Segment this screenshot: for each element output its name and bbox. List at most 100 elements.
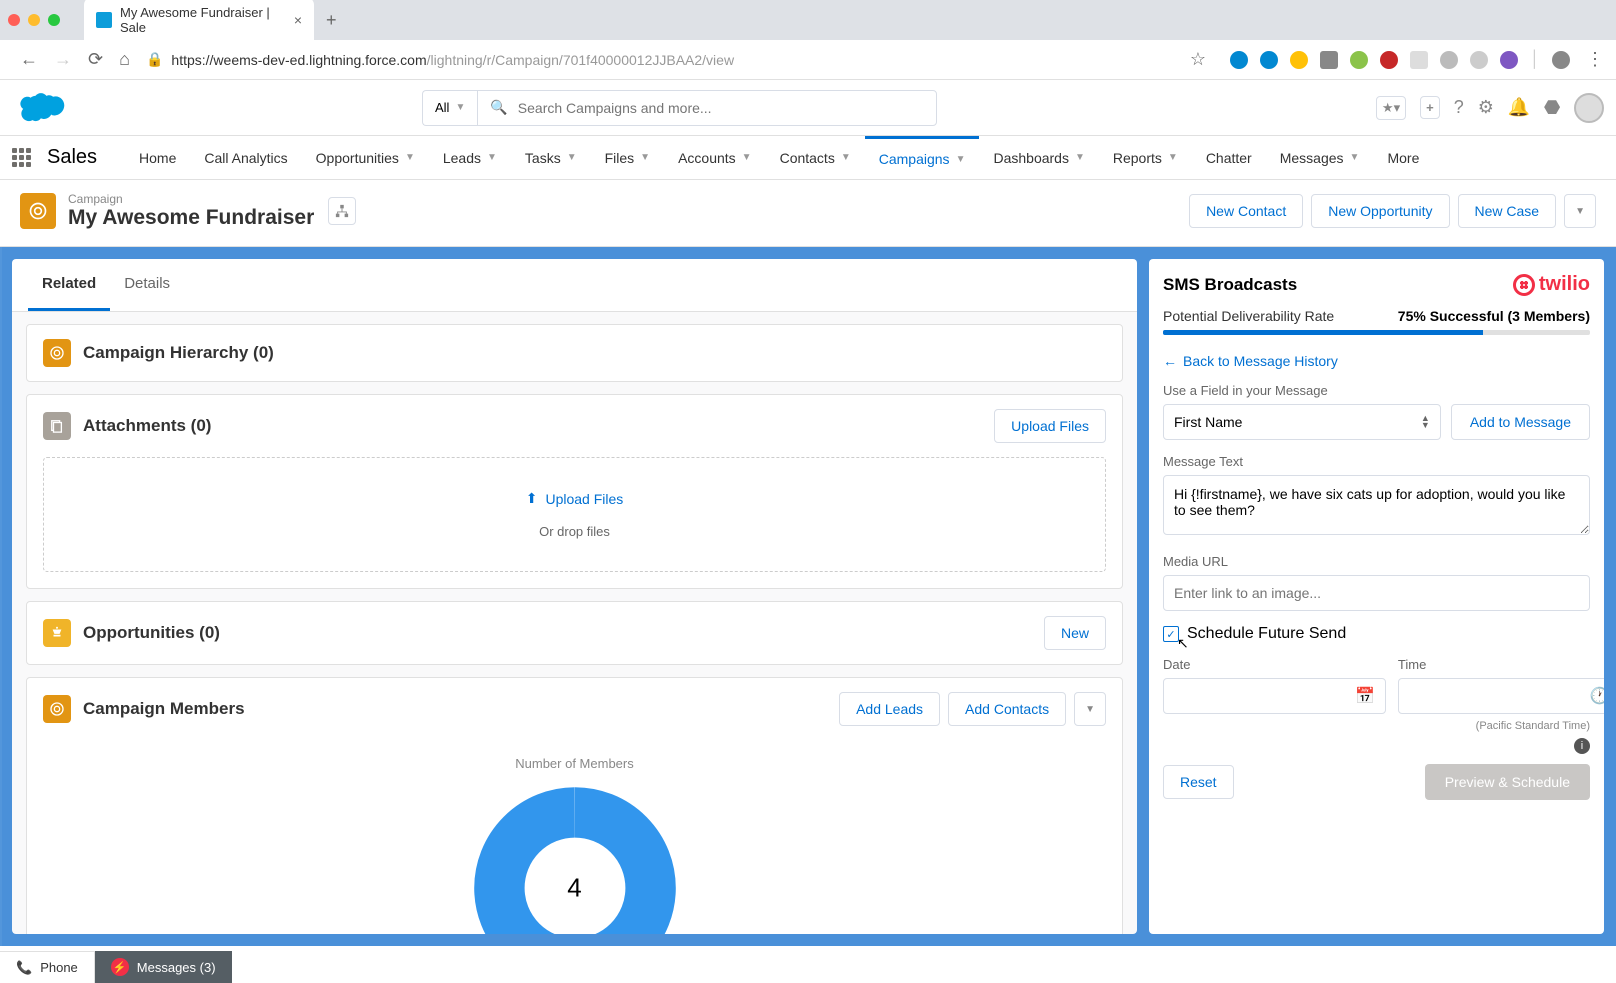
forward-button: → bbox=[54, 49, 72, 70]
nav-item-contacts[interactable]: Contacts▼ bbox=[766, 136, 865, 179]
setup-gear-icon[interactable]: ⚙ bbox=[1478, 97, 1494, 118]
deliverability-bar bbox=[1163, 330, 1590, 335]
star-icon[interactable]: ☆ bbox=[1190, 49, 1206, 70]
nav-item-tasks[interactable]: Tasks▼ bbox=[511, 136, 591, 179]
ext-icon[interactable] bbox=[1470, 51, 1488, 69]
nav-item-messages[interactable]: Messages▼ bbox=[1266, 136, 1374, 179]
chevron-down-icon: ▼ bbox=[742, 152, 752, 163]
favicon bbox=[96, 12, 112, 28]
nav-item-campaigns[interactable]: Campaigns▼ bbox=[865, 136, 980, 179]
search-scope-select[interactable]: All ▼ bbox=[422, 90, 477, 126]
tab-title: My Awesome Fundraiser | Sale bbox=[120, 5, 286, 35]
app-launcher-icon[interactable] bbox=[12, 148, 31, 167]
ext-icon[interactable] bbox=[1230, 51, 1248, 69]
members-chart: Number of Members 4 bbox=[27, 740, 1122, 934]
upload-icon: ⬆ bbox=[526, 490, 538, 507]
time-input[interactable]: 🕐 bbox=[1398, 678, 1604, 714]
home-button[interactable]: ⌂ bbox=[119, 49, 130, 70]
nav-item-reports[interactable]: Reports▼ bbox=[1099, 136, 1192, 179]
file-dropzone[interactable]: ⬆ Upload Files Or drop files bbox=[43, 457, 1106, 572]
nav-item-accounts[interactable]: Accounts▼ bbox=[664, 136, 766, 179]
sms-broadcasts-panel: SMS Broadcasts twilio Potential Delivera… bbox=[1149, 259, 1604, 934]
nav-item-opportunities[interactable]: Opportunities▼ bbox=[302, 136, 429, 179]
chevron-down-icon: ▼ bbox=[841, 152, 851, 163]
new-opportunity-button[interactable]: New bbox=[1044, 616, 1106, 650]
tab-related[interactable]: Related bbox=[28, 259, 110, 311]
upload-files-button[interactable]: Upload Files bbox=[994, 409, 1106, 443]
actions-menu-button[interactable]: ▼ bbox=[1564, 194, 1596, 228]
main-area: Related Details Campaign Hierarchy (0) A… bbox=[0, 247, 1616, 946]
upload-files-link[interactable]: ⬆ Upload Files bbox=[526, 490, 624, 507]
new-contact-button[interactable]: New Contact bbox=[1189, 194, 1303, 228]
browser-tab-bar: My Awesome Fundraiser | Sale × + bbox=[0, 0, 1616, 40]
message-text-input[interactable] bbox=[1163, 475, 1590, 535]
ext-icon[interactable] bbox=[1410, 51, 1428, 69]
app-icon[interactable]: ⬣ bbox=[1544, 97, 1560, 118]
help-icon[interactable]: ? bbox=[1454, 97, 1464, 118]
add-contacts-button[interactable]: Add Contacts bbox=[948, 692, 1066, 726]
lock-icon: 🔒 bbox=[146, 51, 163, 68]
ext-icon[interactable] bbox=[1440, 51, 1458, 69]
back-to-history-link[interactable]: ← Back to Message History bbox=[1163, 353, 1590, 369]
new-tab-button[interactable]: + bbox=[326, 10, 337, 31]
card-attachments: Attachments (0) Upload Files ⬆ Upload Fi… bbox=[26, 394, 1123, 589]
ext-icon[interactable] bbox=[1260, 51, 1278, 69]
salesforce-logo[interactable] bbox=[12, 88, 68, 128]
hierarchy-button[interactable] bbox=[328, 197, 356, 225]
nav-item-home[interactable]: Home bbox=[125, 136, 190, 179]
nav-item-more[interactable]: More bbox=[1373, 136, 1433, 179]
ext-icon[interactable] bbox=[1350, 51, 1368, 69]
field-selector-label: Use a Field in your Message bbox=[1163, 383, 1590, 398]
favorites-icon[interactable]: ★▾ bbox=[1376, 96, 1406, 120]
date-input[interactable]: 📅 bbox=[1163, 678, 1386, 714]
timezone-note: (Pacific Standard Time) bbox=[1163, 720, 1590, 732]
menu-icon[interactable]: ⋮ bbox=[1586, 49, 1604, 70]
url-path: /lightning/r/Campaign/701f40000012JJBAA2… bbox=[427, 52, 734, 68]
ext-icon[interactable] bbox=[1380, 51, 1398, 69]
utility-phone[interactable]: 📞 Phone bbox=[0, 951, 95, 983]
message-icon: ⚡ bbox=[111, 958, 129, 976]
nav-item-dashboards[interactable]: Dashboards▼ bbox=[979, 136, 1098, 179]
add-to-message-button[interactable]: Add to Message bbox=[1451, 404, 1590, 440]
ext-icon[interactable] bbox=[1500, 51, 1518, 69]
reset-button[interactable]: Reset bbox=[1163, 765, 1234, 799]
nav-item-files[interactable]: Files▼ bbox=[591, 136, 664, 179]
media-url-input[interactable] bbox=[1163, 575, 1590, 611]
field-select[interactable]: First Name ▲▼ bbox=[1163, 404, 1441, 440]
close-tab-icon[interactable]: × bbox=[294, 12, 302, 28]
search-input[interactable] bbox=[518, 100, 925, 116]
add-leads-button[interactable]: Add Leads bbox=[839, 692, 940, 726]
ext-icon[interactable] bbox=[1290, 51, 1308, 69]
preview-schedule-button: Preview & Schedule bbox=[1425, 764, 1590, 800]
ext-icon[interactable] bbox=[1320, 51, 1338, 69]
add-icon[interactable]: + bbox=[1420, 96, 1440, 119]
url-bar[interactable]: 🔒 https://weems-dev-ed.lightning.force.c… bbox=[138, 47, 1182, 72]
nav-item-call-analytics[interactable]: Call Analytics bbox=[190, 136, 301, 179]
global-search-box[interactable]: 🔍 bbox=[477, 90, 937, 126]
phone-icon: 📞 bbox=[16, 960, 32, 976]
utility-messages[interactable]: ⚡ Messages (3) bbox=[95, 951, 232, 983]
tab-details[interactable]: Details bbox=[110, 259, 184, 311]
new-opportunity-button[interactable]: New Opportunity bbox=[1311, 194, 1449, 228]
user-avatar[interactable] bbox=[1574, 93, 1604, 123]
extension-icons: │ ⋮ bbox=[1230, 49, 1604, 70]
chevron-down-icon: ▼ bbox=[640, 152, 650, 163]
sf-nav-bar: Sales HomeCall AnalyticsOpportunities▼Le… bbox=[0, 136, 1616, 180]
profile-avatar[interactable] bbox=[1552, 51, 1570, 69]
nav-item-leads[interactable]: Leads▼ bbox=[429, 136, 511, 179]
browser-tab[interactable]: My Awesome Fundraiser | Sale × bbox=[84, 0, 314, 43]
cursor-icon: ↖ bbox=[1177, 635, 1189, 652]
new-case-button[interactable]: New Case bbox=[1458, 194, 1557, 228]
info-icon[interactable]: i bbox=[1574, 738, 1590, 754]
campaign-icon bbox=[20, 193, 56, 229]
notifications-icon[interactable]: 🔔 bbox=[1508, 97, 1530, 118]
arrow-left-icon: ← bbox=[1163, 353, 1177, 369]
mac-minimize-btn[interactable] bbox=[28, 14, 40, 26]
members-menu-button[interactable]: ▼ bbox=[1074, 692, 1106, 726]
mac-close-btn[interactable] bbox=[8, 14, 20, 26]
mac-fullscreen-btn[interactable] bbox=[48, 14, 60, 26]
nav-item-chatter[interactable]: Chatter bbox=[1192, 136, 1266, 179]
card-title: Attachments (0) bbox=[83, 416, 211, 436]
back-button[interactable]: ← bbox=[20, 49, 38, 70]
refresh-button[interactable]: ⟳ bbox=[88, 49, 103, 70]
